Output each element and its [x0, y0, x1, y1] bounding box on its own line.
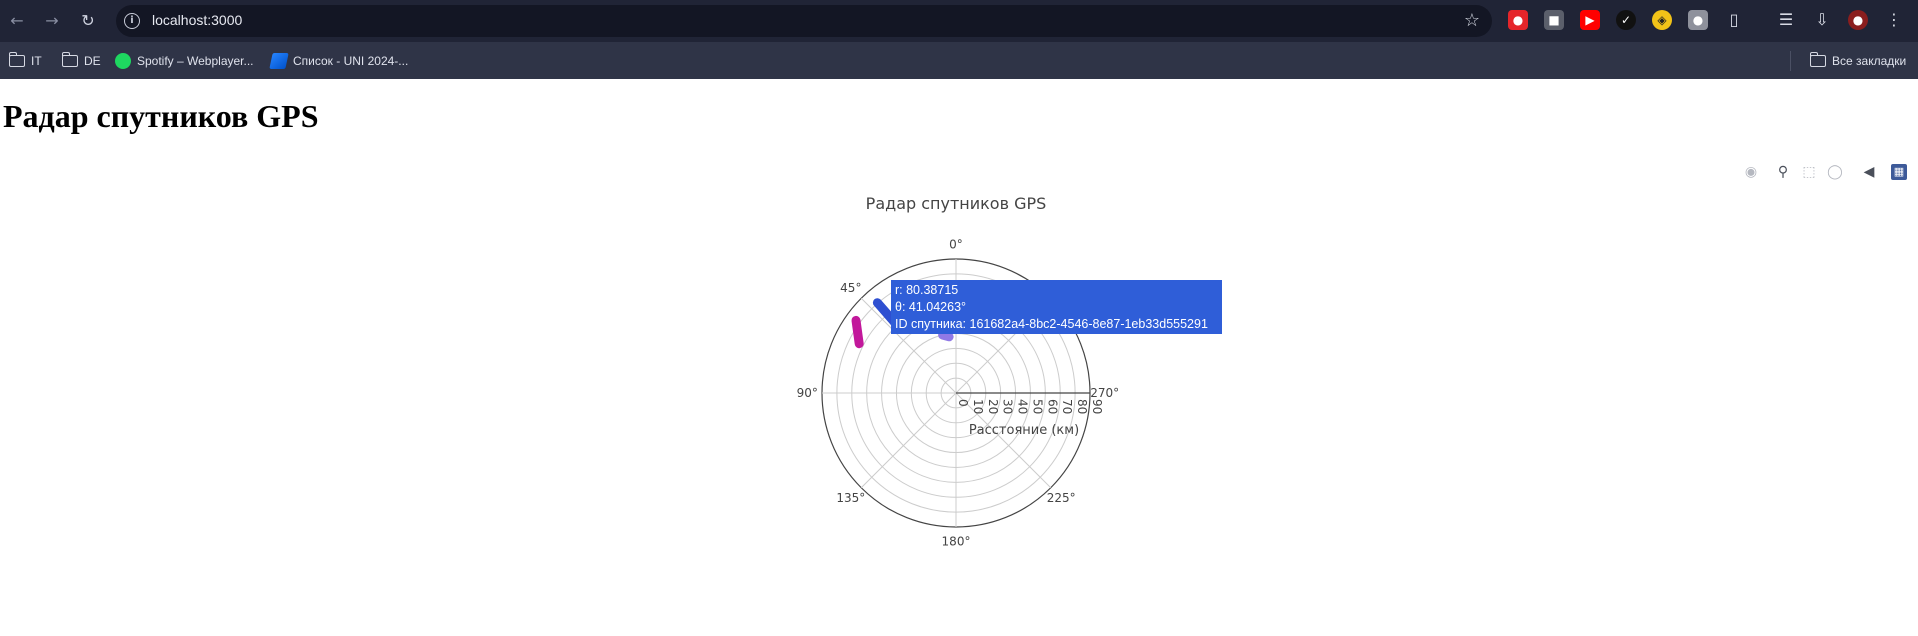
hover-r: r: 80.38715: [895, 283, 959, 297]
radial-tick-label: 0: [956, 399, 970, 407]
angular-tick-label: 45°: [840, 281, 861, 295]
hover-tooltip: r: 80.38715 θ: 41.04263° ID спутника: 16…: [891, 280, 1222, 334]
angular-tick-label: 135°: [836, 491, 865, 505]
series-line: [851, 315, 864, 349]
radial-axis-title: Расстояние (км): [969, 423, 1079, 438]
radial-tick-label: 50: [1030, 399, 1044, 414]
radial-tick-label: 70: [1060, 399, 1074, 414]
radial-tick-label: 10: [971, 399, 985, 414]
radial-tick-label: 90: [1090, 399, 1104, 414]
angular-tick-label: 0°: [949, 237, 963, 251]
radial-tick-label: 30: [1001, 399, 1015, 414]
hover-id: ID спутника: 161682a4-8bc2-4546-8e87-1eb…: [895, 317, 1208, 331]
radial-tick-label: 20: [986, 399, 1000, 414]
radial-tick-label: 40: [1016, 399, 1030, 414]
angular-tick-label: 270°: [1090, 386, 1119, 400]
radial-tick-label: 60: [1045, 399, 1059, 414]
series-line: [938, 330, 954, 342]
angular-tick-label: 225°: [1047, 491, 1076, 505]
angular-tick-label: 180°: [942, 535, 971, 549]
angular-tick-label: 90°: [797, 386, 818, 400]
hover-theta: θ: 41.04263°: [895, 300, 967, 314]
chart-title: Радар спутников GPS: [866, 194, 1047, 213]
grid-spoke: [860, 392, 957, 489]
radial-tick-label: 80: [1075, 399, 1089, 414]
